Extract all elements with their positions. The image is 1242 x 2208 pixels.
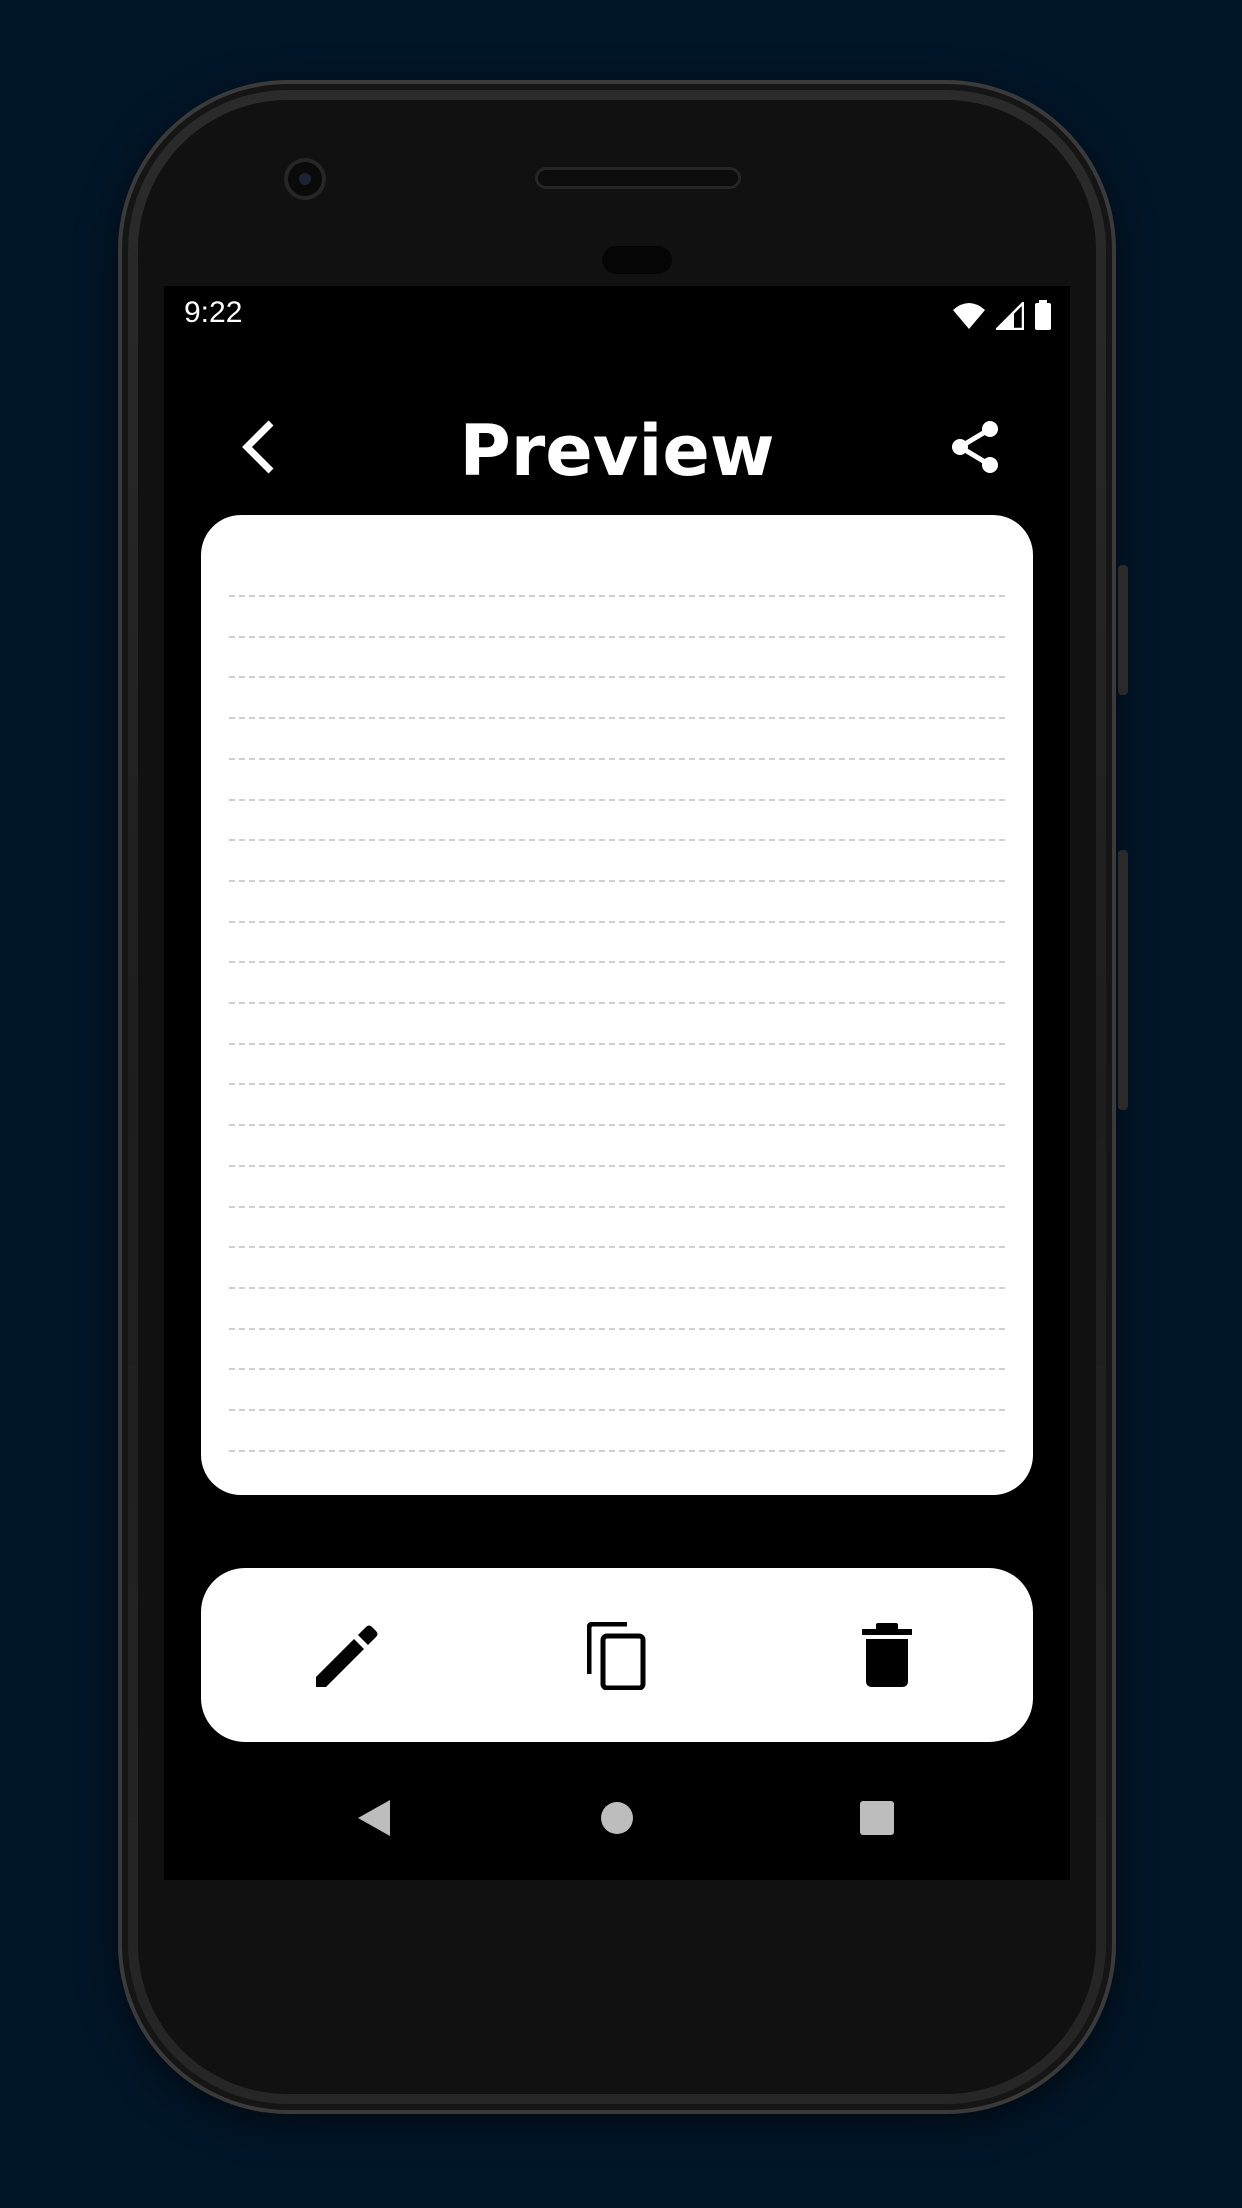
ruled-line bbox=[229, 961, 1005, 964]
front-camera bbox=[288, 162, 322, 196]
share-button[interactable] bbox=[940, 412, 1010, 482]
ruled-line bbox=[229, 717, 1005, 720]
ruled-line bbox=[229, 1409, 1005, 1411]
preview-card[interactable] bbox=[201, 515, 1033, 1495]
ruled-line bbox=[229, 1205, 1005, 1208]
power-button bbox=[1118, 565, 1128, 695]
earpiece-speaker bbox=[538, 170, 738, 186]
ruled-lines bbox=[229, 515, 1005, 1495]
ruled-line bbox=[229, 1286, 1005, 1289]
ruled-line bbox=[229, 1368, 1005, 1371]
trash-icon bbox=[862, 1623, 912, 1687]
nav-back-button[interactable] bbox=[344, 1788, 404, 1848]
copy-icon bbox=[587, 1622, 646, 1690]
ruled-line bbox=[229, 635, 1005, 638]
status-icons bbox=[952, 300, 1052, 330]
status-time: 9:22 bbox=[184, 296, 243, 329]
volume-button bbox=[1118, 850, 1128, 1110]
action-bar bbox=[201, 1568, 1033, 1742]
nav-recents-button[interactable] bbox=[847, 1788, 907, 1848]
wifi-icon bbox=[953, 303, 985, 329]
ruled-line bbox=[229, 757, 1005, 760]
ruled-line bbox=[229, 1124, 1005, 1127]
ruled-line bbox=[229, 1449, 1005, 1452]
battery-icon bbox=[1035, 300, 1051, 330]
square-recents-icon bbox=[860, 1801, 894, 1835]
proximity-sensor bbox=[602, 246, 672, 274]
copy-button[interactable] bbox=[579, 1618, 655, 1694]
ruled-line bbox=[229, 1083, 1005, 1086]
triangle-back-icon bbox=[358, 1800, 390, 1836]
app-screen: 9:22 Preview bbox=[164, 286, 1070, 1880]
ruled-line bbox=[229, 920, 1005, 923]
ruled-line bbox=[229, 1246, 1005, 1249]
ruled-line bbox=[229, 1042, 1005, 1045]
share-icon bbox=[952, 421, 998, 473]
ruled-line bbox=[229, 676, 1005, 679]
pencil-icon bbox=[316, 1625, 378, 1687]
status-bar: 9:22 bbox=[164, 286, 1070, 346]
ruled-line bbox=[229, 1002, 1005, 1004]
app-toolbar: Preview bbox=[164, 386, 1070, 516]
circle-home-icon bbox=[601, 1802, 633, 1834]
ruled-line bbox=[229, 879, 1005, 882]
page-title: Preview bbox=[459, 410, 775, 492]
ruled-line bbox=[229, 1164, 1005, 1167]
system-navigation-bar bbox=[164, 1760, 1070, 1880]
ruled-line bbox=[229, 839, 1005, 842]
ruled-line bbox=[229, 1327, 1005, 1330]
ruled-line bbox=[229, 798, 1005, 801]
delete-button[interactable] bbox=[849, 1618, 925, 1694]
edit-button[interactable] bbox=[309, 1618, 385, 1694]
cellular-signal-icon bbox=[996, 302, 1024, 330]
ruled-line bbox=[229, 595, 1005, 597]
nav-home-button[interactable] bbox=[587, 1788, 647, 1848]
